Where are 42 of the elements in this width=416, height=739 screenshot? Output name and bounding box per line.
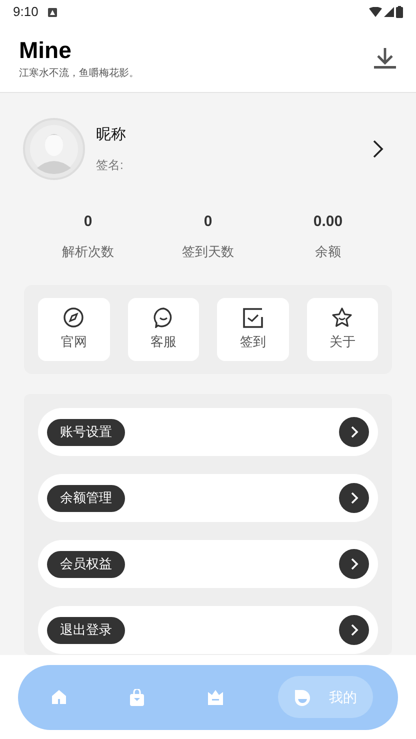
signature: 签名: bbox=[96, 157, 124, 174]
shortcut-button[interactable]: 签到 bbox=[217, 298, 288, 361]
star-icon bbox=[331, 307, 354, 328]
arrow-right-icon bbox=[339, 417, 369, 447]
shortcut-button[interactable]: 官网 bbox=[38, 298, 110, 361]
checkbox-icon bbox=[242, 308, 263, 328]
arrow-right-icon bbox=[339, 549, 369, 579]
bag-icon bbox=[129, 688, 145, 706]
page-title: Mine bbox=[19, 36, 72, 64]
menu-label: 余额管理 bbox=[47, 484, 125, 512]
shortcut-button[interactable]: 关于 bbox=[306, 298, 378, 361]
menu-row[interactable]: 会员权益 bbox=[38, 540, 378, 588]
signal-icon bbox=[384, 7, 394, 17]
menu-row[interactable]: 余额管理 bbox=[38, 474, 378, 522]
download-icon[interactable] bbox=[373, 46, 397, 70]
home-icon bbox=[51, 689, 67, 705]
chevron-right-icon[interactable] bbox=[372, 139, 384, 159]
nickname: 昵称 bbox=[96, 124, 127, 145]
stat-value: 0 bbox=[204, 212, 212, 232]
notification-icon bbox=[48, 8, 58, 16]
arrow-right-icon bbox=[339, 483, 369, 513]
wifi-icon bbox=[369, 7, 382, 17]
page-subtitle: 江寒水不流，鱼嚼梅花影。 bbox=[19, 66, 139, 80]
arrow-right-icon bbox=[339, 615, 369, 645]
status-time: 9:10 bbox=[13, 3, 38, 22]
shortcut-button[interactable]: 客服 bbox=[128, 298, 199, 361]
stat-label: 解析次数 bbox=[62, 242, 114, 260]
menu-row[interactable]: 退出登录 bbox=[38, 606, 378, 654]
profile-icon bbox=[294, 688, 310, 706]
menu-label: 账号设置 bbox=[47, 418, 125, 446]
stat-label: 签到天数 bbox=[182, 242, 234, 260]
menu-label: 会员权益 bbox=[47, 550, 125, 578]
stat-value: 0 bbox=[84, 212, 92, 232]
avatar[interactable] bbox=[23, 118, 85, 180]
crown-icon bbox=[207, 689, 224, 705]
battery-icon bbox=[396, 6, 403, 18]
stat-label: 余额 bbox=[315, 242, 341, 260]
menu-label: 退出登录 bbox=[47, 616, 125, 644]
chat-icon bbox=[152, 307, 174, 328]
stat-value: 0.00 bbox=[313, 212, 343, 232]
compass-icon bbox=[63, 307, 84, 328]
menu-row[interactable]: 账号设置 bbox=[38, 408, 378, 456]
